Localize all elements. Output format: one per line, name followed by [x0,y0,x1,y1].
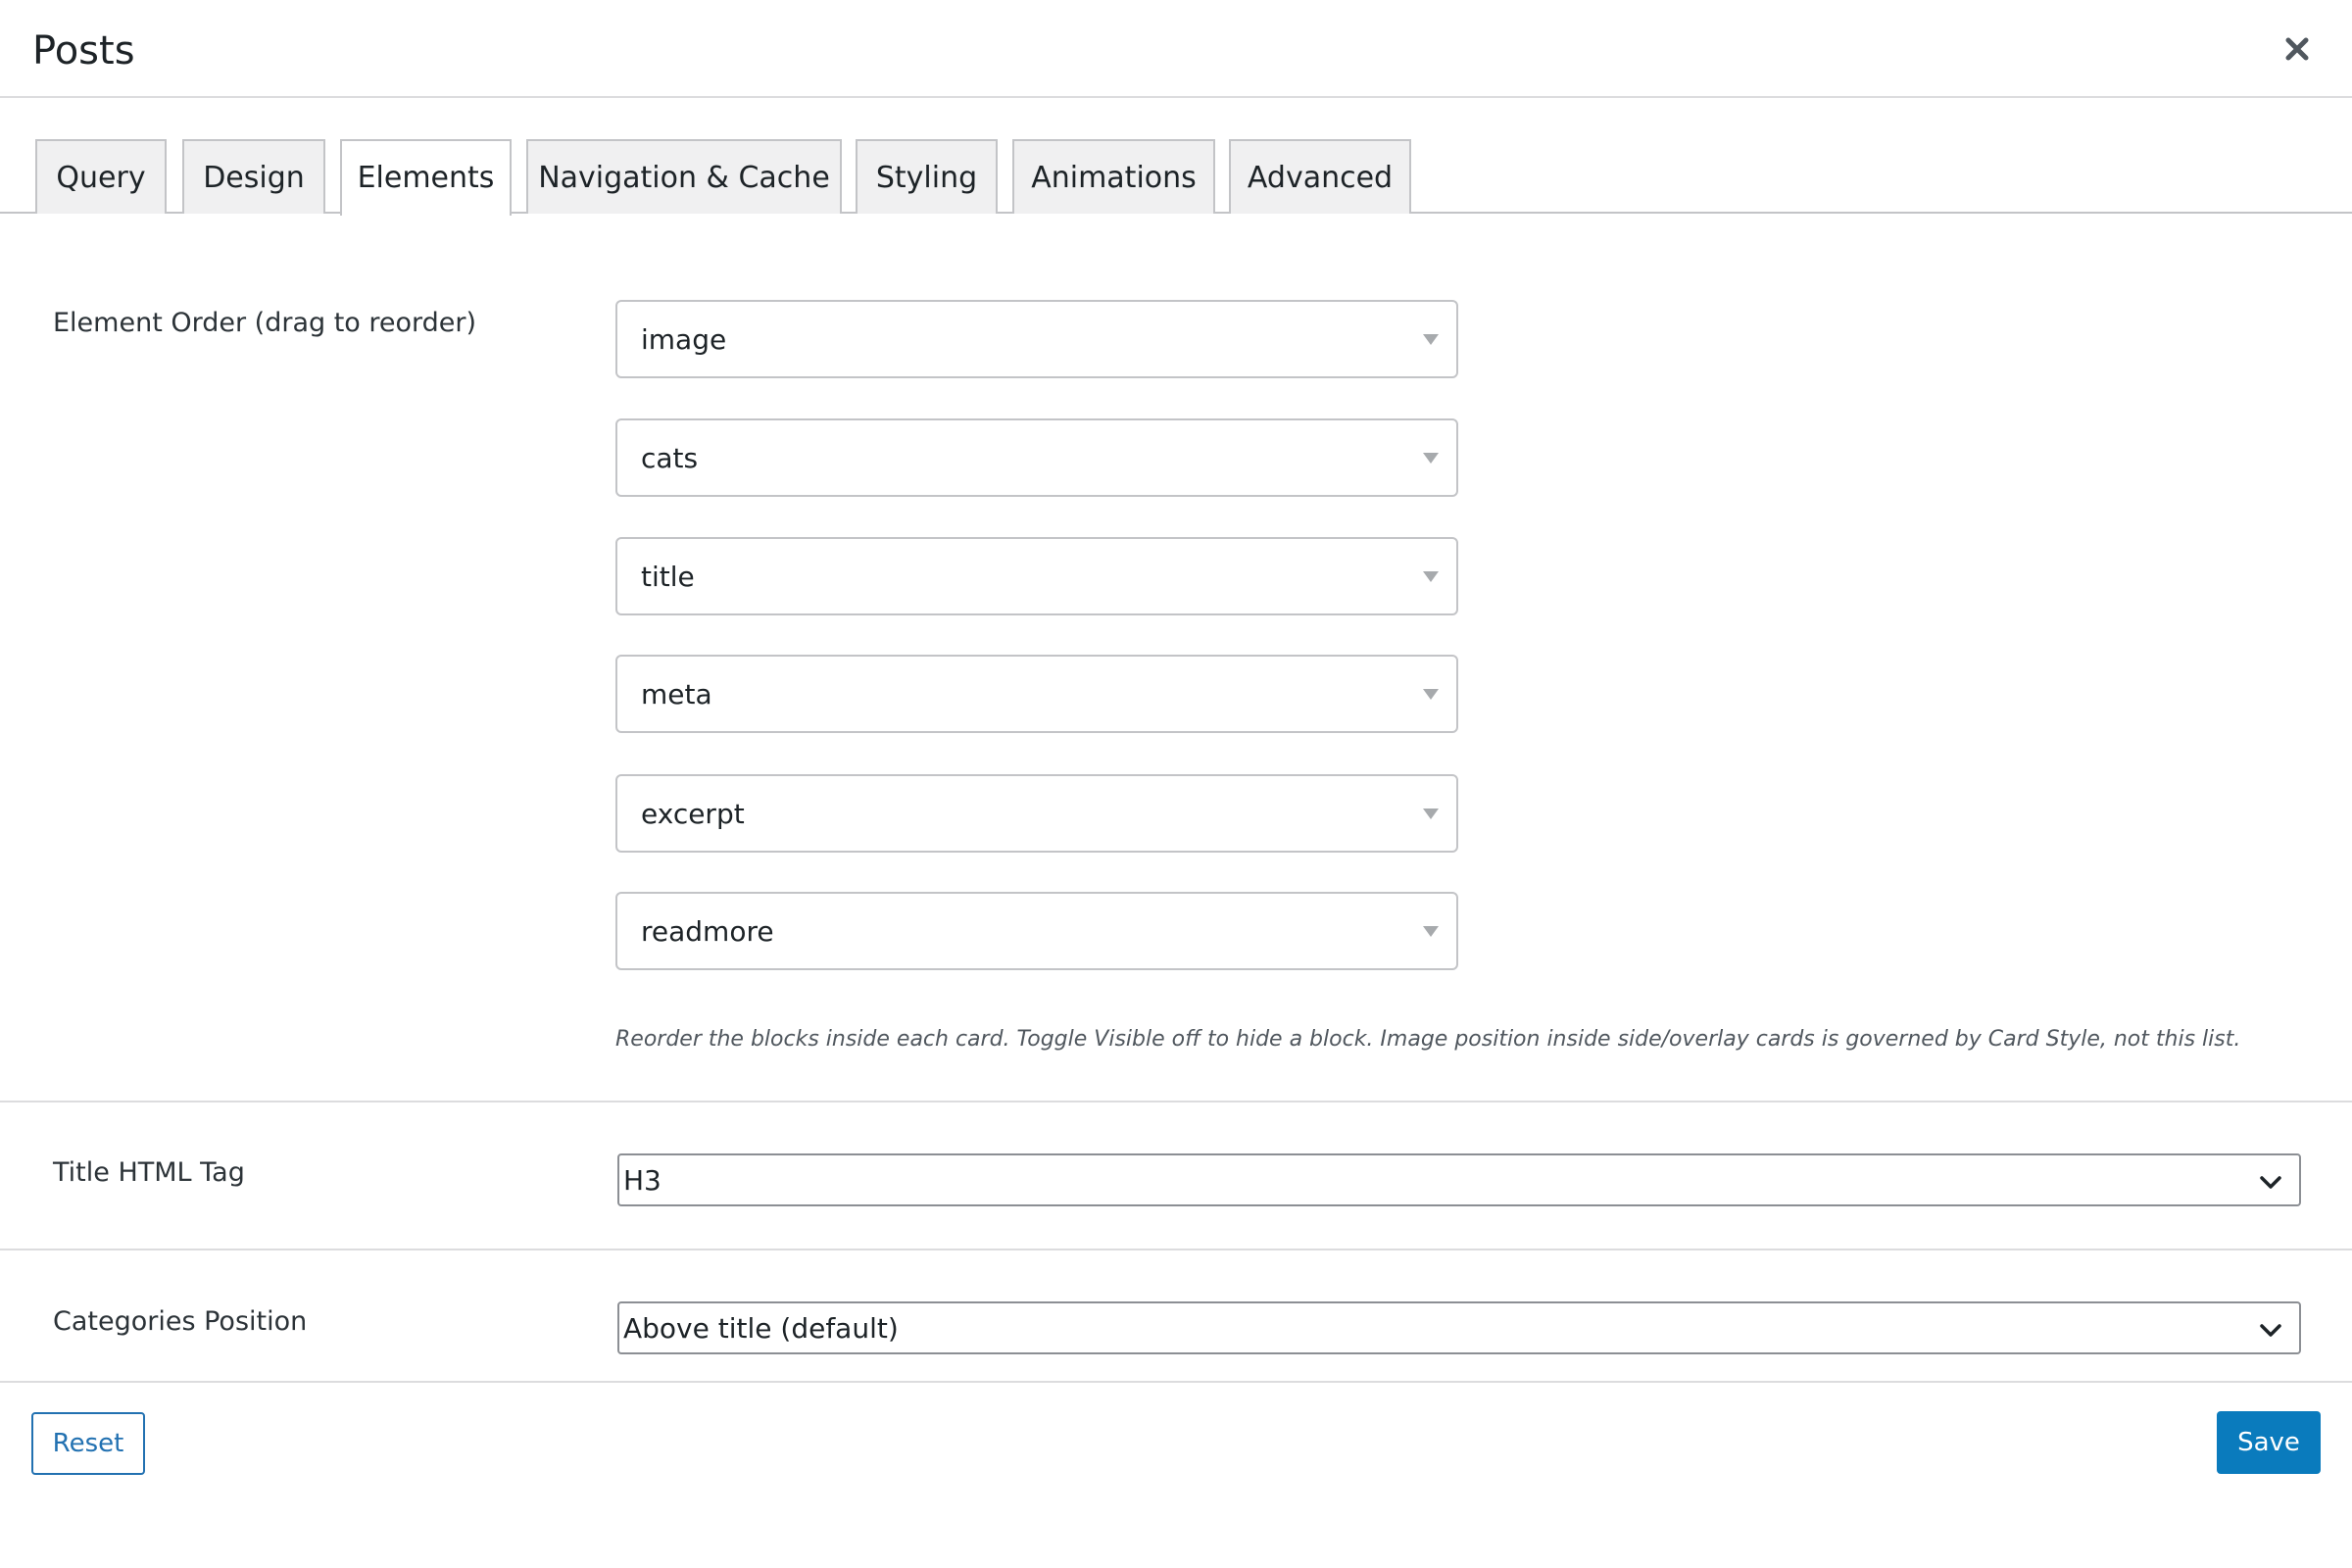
order-item-label: title [641,561,695,593]
title-tag-select[interactable]: H3 [617,1153,2301,1206]
divider [0,1101,2352,1102]
order-item-cats[interactable]: cats [615,418,1458,497]
order-item-readmore[interactable]: readmore [615,892,1458,970]
categories-position-select[interactable]: Above title (default) [617,1301,2301,1354]
order-item-label: image [641,323,727,356]
order-item-image[interactable]: image [615,300,1458,378]
chevron-down-icon [2260,1324,2281,1337]
tab-design[interactable]: Design [182,139,325,214]
modal-title: Posts [32,28,135,74]
order-item-label: excerpt [641,798,745,830]
categories-position-value: Above title (default) [623,1312,899,1345]
tab-animations[interactable]: Animations [1012,139,1215,214]
divider [0,1249,2352,1250]
order-item-title[interactable]: title [615,537,1458,615]
order-item-label: readmore [641,915,774,948]
title-tag-value: H3 [623,1164,662,1197]
order-item-meta[interactable]: meta [615,655,1458,733]
caret-down-icon[interactable] [1423,571,1439,582]
close-button[interactable] [2278,29,2317,69]
caret-down-icon[interactable] [1423,689,1439,700]
tab-styling[interactable]: Styling [856,139,998,214]
order-item-label: cats [641,442,699,474]
caret-down-icon[interactable] [1423,926,1439,937]
caret-down-icon[interactable] [1423,808,1439,819]
caret-down-icon[interactable] [1423,334,1439,345]
element-order-label: Element Order (drag to reorder) [53,308,477,338]
reset-button[interactable]: Reset [31,1412,145,1475]
tab-elements[interactable]: Elements [340,139,512,216]
order-item-label: meta [641,678,712,710]
modal-header: Posts [0,0,2352,98]
save-button[interactable]: Save [2217,1411,2321,1474]
tab-advanced[interactable]: Advanced [1229,139,1411,214]
footer-divider [0,1381,2352,1383]
tab-query[interactable]: Query [35,139,167,214]
tab-bar: Query Design Elements Navigation & Cache… [0,98,2352,216]
caret-down-icon[interactable] [1423,453,1439,464]
order-item-excerpt[interactable]: excerpt [615,774,1458,853]
categories-position-label: Categories Position [53,1306,308,1337]
tab-navigation-cache[interactable]: Navigation & Cache [526,139,842,214]
chevron-down-icon [2260,1176,2281,1189]
element-order-help: Reorder the blocks inside each card. Tog… [615,1027,2241,1052]
title-tag-label: Title HTML Tag [53,1157,245,1188]
close-icon [2285,37,2309,61]
